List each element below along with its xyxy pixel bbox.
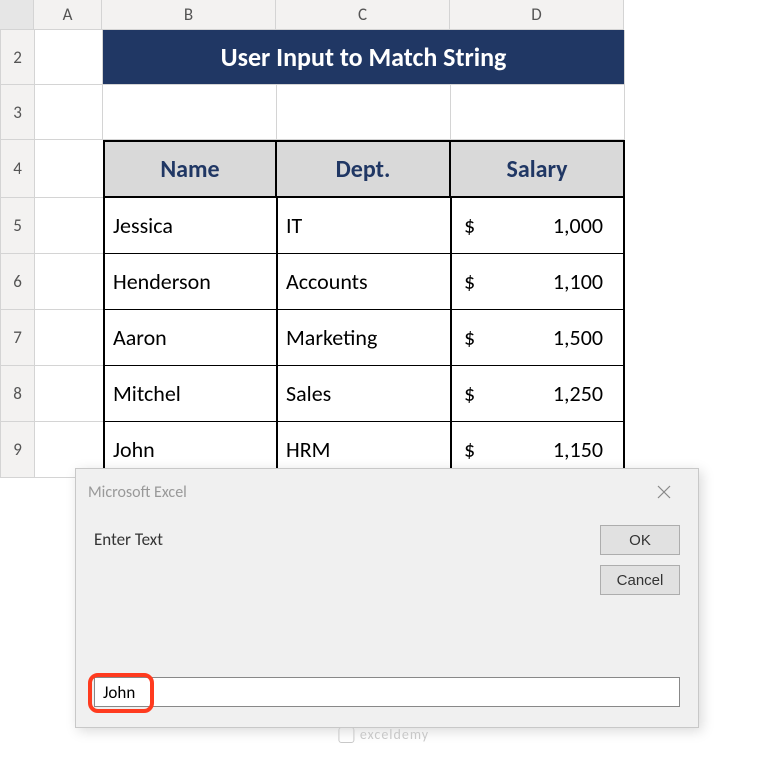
currency-symbol: $ (464, 268, 475, 295)
salary-value: 1,000 (553, 212, 603, 239)
spreadsheet-grid: 2 User Input to Match String 3 4 Name De… (0, 30, 767, 478)
table-cell-dept-0[interactable]: IT (277, 198, 451, 254)
row-header-9[interactable]: 9 (1, 422, 35, 478)
salary-value: 1,150 (553, 436, 603, 463)
table-cell-name-2[interactable]: Aaron (103, 310, 277, 366)
table-header-salary[interactable]: Salary (451, 140, 625, 198)
row-header-2[interactable]: 2 (1, 30, 35, 85)
close-button[interactable] (642, 477, 686, 507)
dialog-text-input[interactable] (94, 677, 680, 707)
salary-value: 1,100 (553, 268, 603, 295)
table-header-name[interactable]: Name (103, 140, 277, 198)
cell-c3[interactable] (277, 85, 451, 140)
table-cell-dept-3[interactable]: Sales (277, 366, 451, 422)
column-headers-row: A B C D (0, 0, 767, 30)
row-header-6[interactable]: 6 (1, 254, 35, 310)
row-header-3[interactable]: 3 (1, 85, 35, 140)
watermark-text: exceldemy (360, 726, 429, 743)
table-cell-name-3[interactable]: Mitchel (103, 366, 277, 422)
close-icon (657, 485, 671, 499)
row-header-5[interactable]: 5 (1, 198, 35, 254)
watermark: exceldemy (338, 726, 429, 743)
ok-button[interactable]: OK (600, 525, 680, 555)
table-cell-name-0[interactable]: Jessica (103, 198, 277, 254)
table-cell-salary-3[interactable]: $1,250 (451, 366, 625, 422)
cell-a2[interactable] (35, 30, 103, 85)
col-header-c[interactable]: C (276, 0, 450, 30)
dialog-titlebar[interactable]: Microsoft Excel (76, 469, 698, 515)
table-cell-name-1[interactable]: Henderson (103, 254, 277, 310)
cancel-button[interactable]: Cancel (600, 565, 680, 595)
watermark-icon (338, 727, 354, 743)
input-dialog: Microsoft Excel Enter Text OK Cancel (75, 468, 699, 728)
cell-a7[interactable] (35, 310, 103, 366)
cell-d3[interactable] (451, 85, 625, 140)
table-cell-salary-0[interactable]: $1,000 (451, 198, 625, 254)
currency-symbol: $ (464, 212, 475, 239)
dialog-buttons: OK Cancel (600, 525, 680, 595)
col-header-b[interactable]: B (102, 0, 276, 30)
col-header-a[interactable]: A (34, 0, 102, 30)
currency-symbol: $ (464, 436, 475, 463)
cell-b3[interactable] (103, 85, 277, 140)
dialog-prompt: Enter Text (94, 529, 680, 550)
cell-a5[interactable] (35, 198, 103, 254)
table-cell-salary-1[interactable]: $1,100 (451, 254, 625, 310)
row-header-8[interactable]: 8 (1, 366, 35, 422)
table-cell-dept-2[interactable]: Marketing (277, 310, 451, 366)
dialog-title: Microsoft Excel (88, 483, 187, 502)
dialog-body: Enter Text OK Cancel (76, 515, 698, 725)
table-cell-dept-1[interactable]: Accounts (277, 254, 451, 310)
cell-a8[interactable] (35, 366, 103, 422)
currency-symbol: $ (464, 380, 475, 407)
cell-a3[interactable] (35, 85, 103, 140)
banner-title[interactable]: User Input to Match String (103, 30, 625, 85)
table-cell-salary-2[interactable]: $1,500 (451, 310, 625, 366)
salary-value: 1,250 (553, 380, 603, 407)
col-header-d[interactable]: D (450, 0, 624, 30)
row-header-7[interactable]: 7 (1, 310, 35, 366)
cell-a6[interactable] (35, 254, 103, 310)
currency-symbol: $ (464, 324, 475, 351)
dialog-input-wrap (94, 677, 680, 707)
select-all-corner[interactable] (0, 0, 34, 30)
cell-a4[interactable] (35, 140, 103, 198)
salary-value: 1,500 (553, 324, 603, 351)
table-header-dept[interactable]: Dept. (277, 140, 451, 198)
row-header-4[interactable]: 4 (1, 140, 35, 198)
